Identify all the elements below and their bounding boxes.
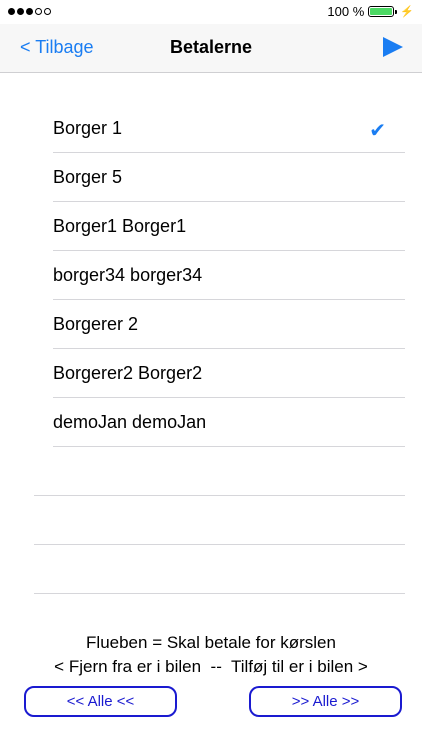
instruction-text: < Fjern fra er i bilen -- Tilføj til er … [54,657,368,676]
list-item-label: Borger 5 [53,167,123,187]
navigation-bar: < Tilbage Betalerne [0,24,422,73]
signal-dot [44,8,51,15]
page-title: Betalerne [169,37,253,57]
empty-row [0,496,422,545]
signal-dot [35,8,42,15]
list-item-label: borger34 borger34 [53,265,203,285]
list-item-label: Borger 1 [53,118,123,138]
list-item[interactable]: Borger1 Borger1 [0,202,422,251]
list-item[interactable]: Borgerer2 Borger2 [0,349,422,398]
list-item-label: Borgerer2 Borger2 [53,363,203,383]
list-item[interactable]: Borger 5 [0,153,422,202]
empty-row [0,545,422,594]
remove-all-button[interactable]: << Alle << [24,686,177,717]
empty-row [0,447,422,496]
signal-strength-icon [8,8,51,15]
list-item[interactable]: Borger 1 ✔ [0,104,422,153]
list-item[interactable]: borger34 borger34 [0,251,422,300]
play-icon[interactable] [383,37,403,57]
list-item[interactable]: Borgerer 2 [0,300,422,349]
legend-text: Flueben = Skal betale for kørslen [86,633,336,652]
battery-percent: 100 % [327,4,365,19]
separator [34,593,405,594]
battery-icon [368,6,398,17]
status-bar: 100 % ⚡ [0,0,422,24]
list-item[interactable]: demoJan demoJan [0,398,422,447]
list-item-label: demoJan demoJan [53,412,207,432]
signal-dot [26,8,33,15]
signal-dot [17,8,24,15]
checkmark-icon: ✔ [369,120,386,142]
signal-dot [8,8,15,15]
battery-indicator: 100 % ⚡ [327,4,414,19]
charging-icon: ⚡ [400,6,414,18]
list-item-label: Borger1 Borger1 [53,216,187,236]
add-all-button[interactable]: >> Alle >> [249,686,402,717]
list-item-label: Borgerer 2 [53,314,139,334]
payer-list: Borger 1 ✔ Borger 5 Borger1 Borger1 borg… [0,104,422,594]
